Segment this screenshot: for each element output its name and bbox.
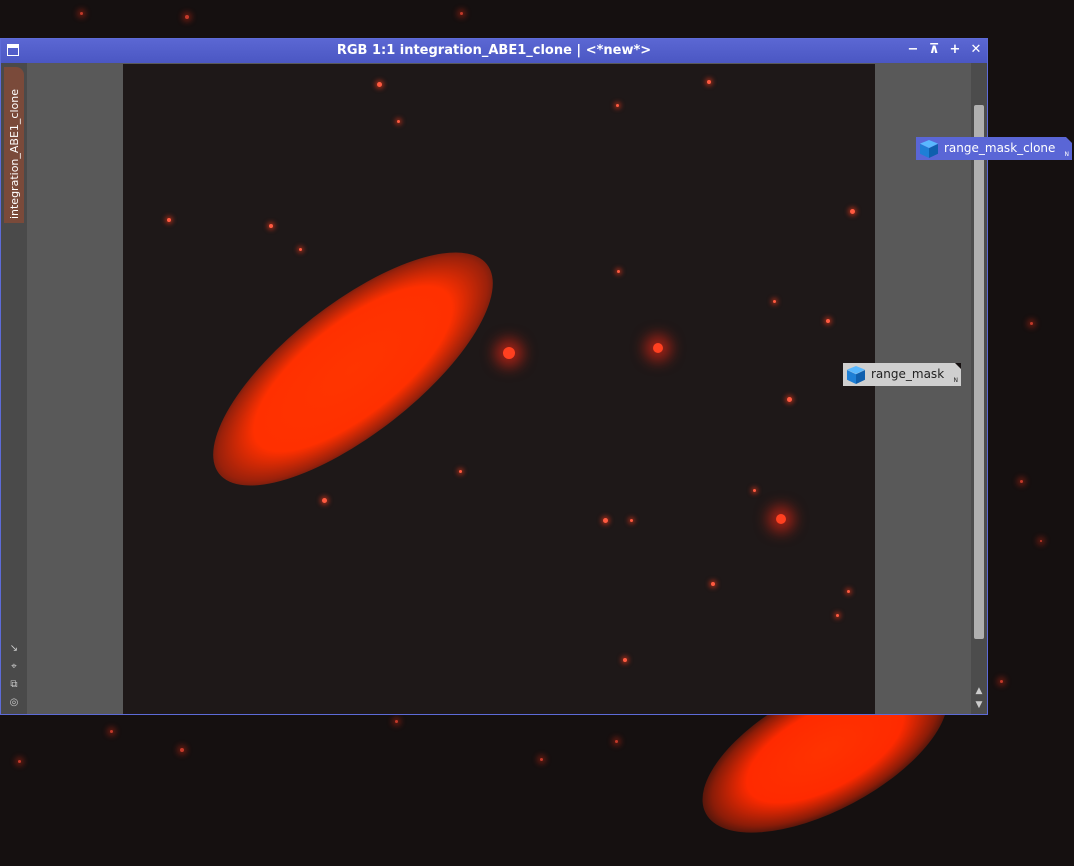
star bbox=[707, 80, 711, 84]
star bbox=[836, 614, 839, 617]
scroll-up-icon[interactable]: ▲ bbox=[971, 684, 987, 698]
scroll-thumb[interactable] bbox=[974, 105, 984, 639]
star bbox=[850, 209, 855, 214]
mask-icon-range-mask-clone[interactable]: range_mask_clone N bbox=[916, 137, 1072, 160]
star bbox=[711, 582, 715, 586]
star bbox=[299, 248, 302, 251]
star bbox=[603, 518, 608, 523]
star bbox=[616, 104, 619, 107]
scroll-down-icon[interactable]: ▼ bbox=[971, 698, 987, 712]
star bbox=[377, 82, 382, 87]
star bbox=[269, 224, 273, 228]
view-side-bar: integration_ABE1_clone ↘ ⌖ ⧉ ◎ bbox=[1, 63, 27, 714]
astro-image[interactable] bbox=[123, 64, 875, 714]
window-title: RGB 1:1 integration_ABE1_clone | <*new*> bbox=[336, 43, 652, 58]
star bbox=[167, 218, 171, 222]
star bbox=[753, 489, 756, 492]
star bbox=[776, 514, 786, 524]
star bbox=[653, 343, 663, 353]
star bbox=[459, 470, 462, 473]
star bbox=[617, 270, 620, 273]
mask-icon-range-mask[interactable]: range_mask N bbox=[843, 363, 961, 386]
star bbox=[630, 519, 633, 522]
window-titlebar[interactable]: RGB 1:1 integration_ABE1_clone | <*new*>… bbox=[1, 39, 987, 63]
star bbox=[503, 347, 515, 359]
target-icon[interactable]: ◎ bbox=[8, 697, 20, 709]
star bbox=[322, 498, 327, 503]
mask-label: range_mask bbox=[871, 367, 945, 381]
star bbox=[826, 319, 830, 323]
view-identifier-label: integration_ABE1_clone bbox=[8, 88, 21, 219]
new-badge: N bbox=[1064, 151, 1070, 158]
close-button[interactable]: ✕ bbox=[968, 42, 984, 58]
star bbox=[773, 300, 776, 303]
star bbox=[623, 658, 627, 662]
fit-view-icon[interactable]: ⌖ bbox=[8, 661, 20, 673]
mask-label: range_mask_clone bbox=[944, 141, 1056, 155]
minimize-button[interactable]: − bbox=[905, 42, 921, 58]
shade-button[interactable]: ⊼ bbox=[926, 42, 942, 58]
view-identifier-tab[interactable]: integration_ABE1_clone bbox=[4, 67, 24, 223]
image-cube-icon bbox=[847, 366, 865, 384]
star bbox=[787, 397, 792, 402]
auto-stretch-icon[interactable]: ↘ bbox=[8, 643, 20, 655]
star bbox=[397, 120, 400, 123]
image-window[interactable]: RGB 1:1 integration_ABE1_clone | <*new*>… bbox=[0, 38, 988, 715]
maximize-button[interactable]: + bbox=[947, 42, 963, 58]
new-badge: N bbox=[953, 377, 959, 384]
image-cube-icon bbox=[920, 140, 938, 158]
vertical-scrollbar[interactable]: ▲ ▼ bbox=[971, 63, 987, 714]
clone-view-icon[interactable]: ⧉ bbox=[8, 679, 20, 691]
star bbox=[847, 590, 850, 593]
galaxy bbox=[179, 213, 527, 525]
